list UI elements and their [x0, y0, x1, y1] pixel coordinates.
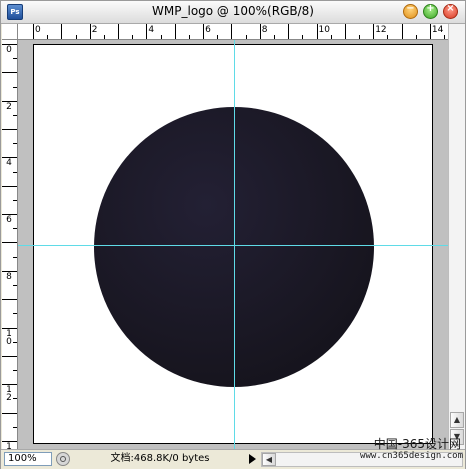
maximize-icon: +: [426, 3, 435, 14]
scroll-left-button[interactable]: ◀: [262, 453, 276, 466]
vertical-scrollbar[interactable]: ▲ ▼: [448, 24, 465, 449]
vertical-ruler-label: 8: [6, 271, 12, 282]
vertical-ruler-label: 6: [6, 215, 12, 226]
ruler-origin-corner[interactable]: [2, 24, 18, 40]
watermark: 中国-365设计网 www.cn365design.com: [319, 433, 466, 465]
document-window: Ps WMP_logo @ 100%(RGB/8) − + × 0 2 4 6 8 10 1…: [0, 0, 466, 469]
minimize-button[interactable]: −: [403, 3, 418, 19]
zoom-level-field[interactable]: 100%: [4, 452, 52, 466]
maximize-button[interactable]: +: [423, 3, 438, 19]
status-menu-arrow[interactable]: [247, 453, 257, 465]
horizontal-ruler-label: 12: [375, 25, 387, 35]
horizontal-guide[interactable]: [18, 245, 448, 246]
vertical-ruler[interactable]: 02468101214: [2, 40, 18, 449]
document-canvas[interactable]: [33, 44, 433, 444]
horizontal-ruler-label: 8: [261, 25, 268, 35]
watermark-url: www.cn365design.com: [360, 451, 463, 461]
window-title: WMP_logo @ 100%(RGB/8): [152, 4, 314, 18]
horizontal-ruler-label: 6: [205, 25, 211, 35]
horizontal-ruler-label: 10: [318, 25, 330, 35]
horizontal-ruler-label: 14: [431, 25, 444, 35]
scroll-up-button[interactable]: ▲: [450, 412, 464, 428]
vertical-ruler-label: 4: [6, 158, 12, 169]
horizontal-ruler[interactable]: 0 2 4 6 8 10 12 14: [18, 24, 448, 40]
vertical-ruler-label: 12: [6, 385, 12, 404]
vertical-ruler-label: 2: [6, 101, 12, 112]
document-size-info[interactable]: 文档:468.8K/0 bytes: [75, 452, 245, 466]
navigator-icon[interactable]: [56, 452, 70, 466]
canvas-area[interactable]: [18, 40, 448, 449]
minimize-icon: −: [406, 3, 415, 14]
close-button[interactable]: ×: [443, 3, 458, 19]
watermark-title: 中国-365设计网: [373, 437, 461, 451]
vertical-ruler-label: 0: [6, 45, 12, 55]
horizontal-ruler-label: 4: [148, 25, 155, 35]
title-bar[interactable]: Ps WMP_logo @ 100%(RGB/8) − + ×: [1, 1, 465, 24]
horizontal-ruler-label: 2: [91, 25, 98, 35]
horizontal-ruler-label: 0: [35, 25, 41, 35]
vertical-ruler-label: 10: [6, 328, 12, 347]
close-icon: ×: [446, 3, 455, 14]
